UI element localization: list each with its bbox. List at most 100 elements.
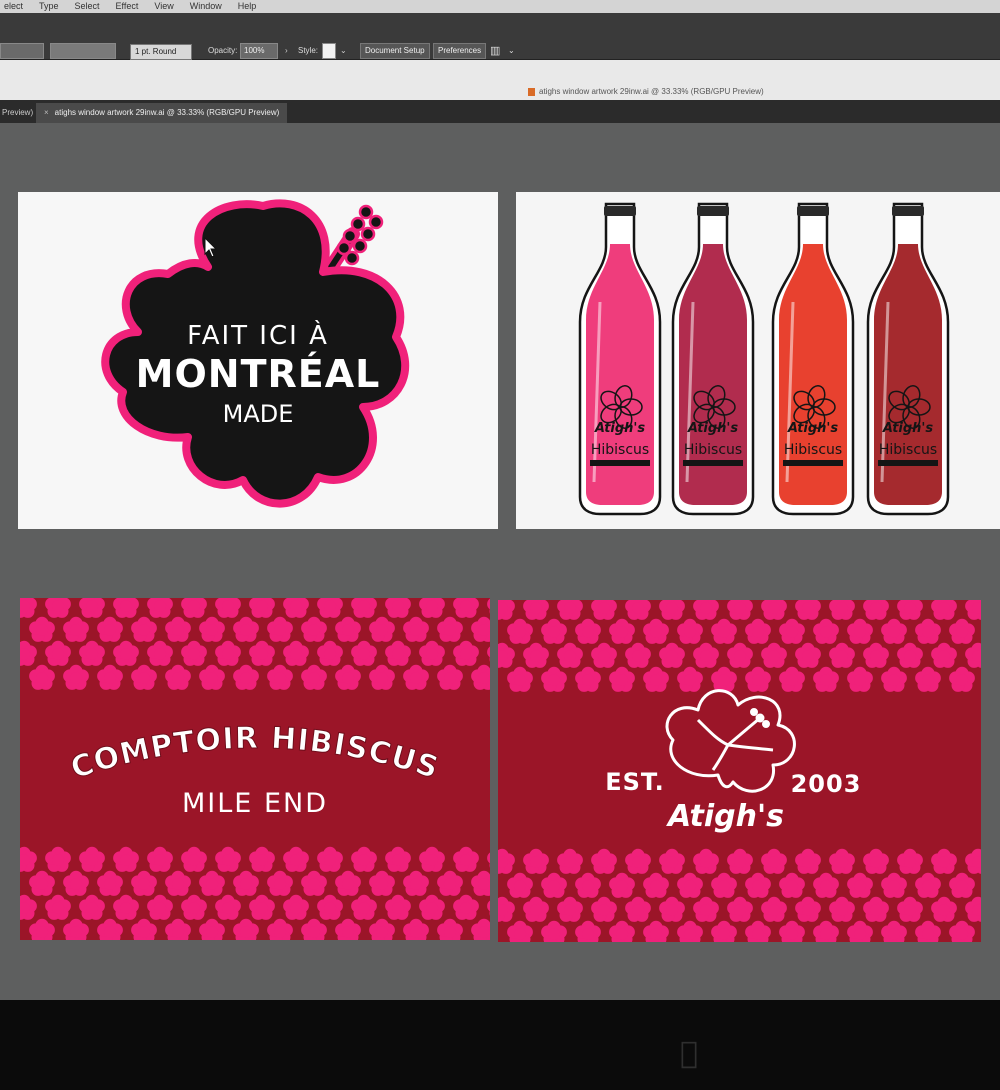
hibiscus-icon bbox=[498, 896, 515, 922]
hibiscus-icon bbox=[557, 600, 583, 620]
hibiscus-icon bbox=[97, 616, 123, 642]
ai-file-icon bbox=[528, 87, 535, 96]
menu-item-help[interactable]: Help bbox=[238, 0, 257, 13]
bottle-label-band bbox=[783, 460, 843, 466]
hibiscus-icon bbox=[847, 872, 873, 898]
hibiscus-icon bbox=[625, 848, 651, 874]
hibiscus-icon bbox=[643, 666, 669, 692]
hibiscus-icon bbox=[317, 846, 343, 872]
artboard-est-2003[interactable]: EST. 2003 Atigh's bbox=[498, 600, 981, 942]
bottle-3: Atigh's Hibiscus bbox=[771, 202, 855, 516]
hibiscus-icon bbox=[795, 600, 821, 620]
artboard-montreal-badge[interactable]: FAIT ICI À MONTRÉAL MADE bbox=[18, 192, 498, 529]
hibiscus-icon bbox=[385, 846, 411, 872]
hibiscus-icon bbox=[20, 640, 37, 666]
hibiscus-icon bbox=[609, 666, 635, 692]
bottle-cap bbox=[892, 206, 924, 216]
hibiscus-icon bbox=[97, 918, 123, 940]
hibiscus-icon bbox=[659, 600, 685, 620]
bottle-cap bbox=[604, 206, 636, 216]
hibiscus-icon bbox=[453, 598, 479, 618]
hibiscus-icon bbox=[591, 600, 617, 620]
bottle-2: Atigh's Hibiscus bbox=[671, 202, 755, 516]
opacity-input[interactable]: 100% bbox=[240, 43, 278, 59]
style-swatch[interactable] bbox=[322, 43, 336, 59]
hibiscus-icon bbox=[949, 666, 975, 692]
hibiscus-icon bbox=[437, 664, 463, 690]
bottle-brand: Atigh's bbox=[882, 421, 934, 436]
stroke-profile-select[interactable]: 1 pt. Round bbox=[130, 44, 192, 60]
hibiscus-icon bbox=[659, 848, 685, 874]
hibiscus-icon bbox=[761, 848, 787, 874]
hibiscus-icon bbox=[351, 598, 377, 618]
artboard-bottle-lineup[interactable]: Atigh's Hibiscus Atigh's Hibiscus Atigh's Hib… bbox=[516, 192, 1000, 529]
hibiscus-icon bbox=[351, 894, 377, 920]
fill-swatch-dropdown[interactable] bbox=[0, 43, 44, 59]
hibiscus-icon bbox=[45, 894, 71, 920]
tab-preview[interactable]: Preview) bbox=[0, 103, 33, 123]
hibiscus-icon bbox=[453, 846, 479, 872]
hibiscus-icon bbox=[403, 870, 429, 896]
hibiscus-icon bbox=[625, 600, 651, 620]
stroke-swatch-field[interactable] bbox=[50, 43, 116, 59]
hibiscus-icon bbox=[711, 872, 737, 898]
chevron-down-icon[interactable]: ⌄ bbox=[340, 43, 347, 59]
menu-item-effect[interactable]: Effect bbox=[116, 0, 139, 13]
hibiscus-icon bbox=[20, 846, 37, 872]
hibiscus-icon bbox=[403, 664, 429, 690]
bottle-label-band bbox=[878, 460, 938, 466]
close-tab-icon[interactable]: × bbox=[44, 108, 49, 117]
chevron-right-icon[interactable]: › bbox=[285, 43, 288, 59]
hibiscus-icon bbox=[45, 598, 71, 618]
hibiscus-icon bbox=[745, 920, 771, 942]
hibiscus-icon bbox=[419, 846, 445, 872]
hibiscus-icon bbox=[453, 640, 479, 666]
menu-item-select-partial[interactable]: elect bbox=[4, 0, 23, 13]
hibiscus-icon bbox=[677, 618, 703, 644]
hibiscus-icon bbox=[233, 664, 259, 690]
menu-item-type[interactable]: Type bbox=[39, 0, 59, 13]
hibiscus-icon bbox=[659, 642, 685, 668]
hibiscus-icon bbox=[437, 918, 463, 940]
hibiscus-icon bbox=[20, 598, 37, 618]
style-label: Style: bbox=[298, 46, 319, 55]
hibiscus-icon bbox=[487, 900, 490, 916]
hibiscus-icon bbox=[249, 846, 275, 872]
hibiscus-icon bbox=[267, 870, 293, 896]
hibiscus-icon bbox=[131, 664, 157, 690]
hibiscus-icon bbox=[369, 664, 395, 690]
hibiscus-icon bbox=[63, 664, 89, 690]
document-window-titlebar: atighs window artwork 29inw.ai @ 33.33% … bbox=[0, 60, 1000, 100]
hibiscus-icon bbox=[487, 598, 490, 614]
menu-item-window[interactable]: Window bbox=[190, 0, 222, 13]
chevron-down-icon[interactable]: ⌄ bbox=[508, 43, 515, 59]
menu-item-select[interactable]: Select bbox=[75, 0, 100, 13]
preferences-button[interactable]: Preferences bbox=[433, 43, 487, 59]
hibiscus-icon bbox=[267, 918, 293, 940]
hibiscus-icon bbox=[215, 640, 241, 666]
artboard-comptoir-hibiscus[interactable]: COMPTOIR HIBISCUS MILE END bbox=[20, 598, 490, 940]
hibiscus-icon bbox=[283, 894, 309, 920]
hibiscus-icon bbox=[643, 872, 669, 898]
align-icon[interactable]: ▥ bbox=[490, 43, 500, 59]
hibiscus-icon bbox=[63, 870, 89, 896]
hibiscus-icon bbox=[437, 616, 463, 642]
hibiscus-icon bbox=[403, 616, 429, 642]
document-setup-button[interactable]: Document Setup bbox=[360, 43, 430, 59]
hibiscus-icon bbox=[829, 600, 855, 620]
hibiscus-icon bbox=[385, 598, 411, 618]
hibiscus-icon bbox=[677, 666, 703, 692]
hibiscus-icon bbox=[881, 618, 907, 644]
tab-atighs-artwork[interactable]: × atighs window artwork 29inw.ai @ 33.33%… bbox=[36, 103, 288, 123]
bottle-flavor: Hibiscus bbox=[684, 442, 742, 458]
hibiscus-icon bbox=[557, 642, 583, 668]
hibiscus-icon bbox=[199, 664, 225, 690]
menu-item-view[interactable]: View bbox=[154, 0, 173, 13]
hibiscus-icon bbox=[575, 618, 601, 644]
bottle-lineup-graphic: Atigh's Hibiscus Atigh's Hibiscus Atigh's Hib… bbox=[578, 202, 950, 516]
hibiscus-icon bbox=[949, 920, 975, 942]
hibiscus-icon bbox=[625, 642, 651, 668]
hibiscus-icon bbox=[165, 918, 191, 940]
hibiscus-icon bbox=[931, 600, 957, 620]
hibiscus-icon bbox=[863, 600, 889, 620]
